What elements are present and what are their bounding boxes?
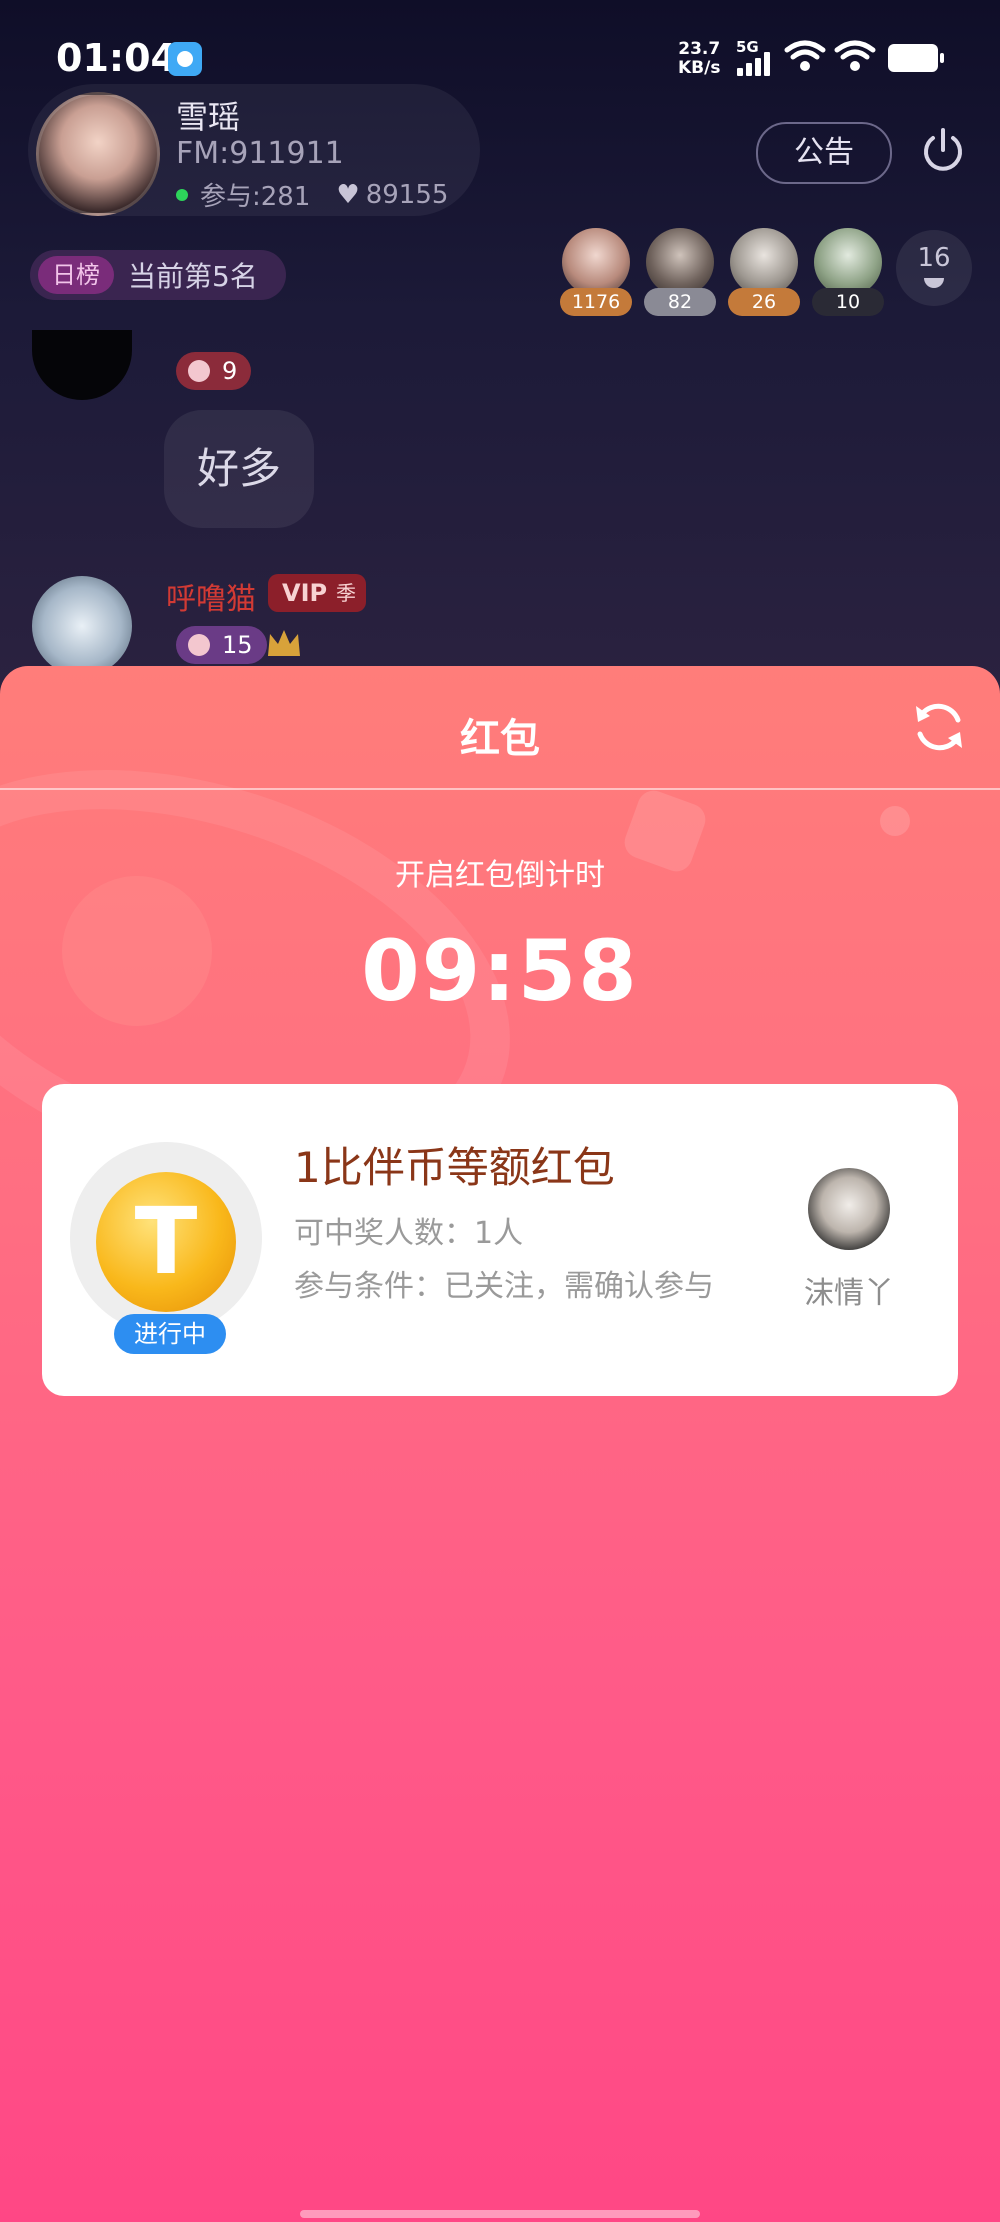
rank-tag: 日榜 <box>38 256 114 294</box>
host-avatar[interactable] <box>36 92 160 216</box>
power-icon[interactable] <box>918 126 968 176</box>
wifi-icon <box>784 40 826 71</box>
participants-count: 参与:281 <box>200 182 311 212</box>
chat-message-bubble: 好多 <box>164 410 314 528</box>
participation-condition: 参与条件：已关注，需确认参与 <box>294 1269 714 1304</box>
fan-item[interactable]: 1176 <box>560 228 632 318</box>
crown-icon <box>268 630 300 656</box>
fan-score: 10 <box>812 288 884 316</box>
host-name: 雪瑶 <box>176 98 241 136</box>
refresh-icon[interactable] <box>910 698 968 756</box>
status-badge: 进行中 <box>114 1314 226 1354</box>
countdown-label: 开启红包倒计时 <box>395 858 605 893</box>
red-envelope-card[interactable]: T 进行中 1比伴币等额红包 可中奖人数：1人 参与条件：已关注，需确认参与 沫… <box>42 1084 958 1396</box>
panel-decoration <box>880 806 910 836</box>
notice-button[interactable]: 公告 <box>756 122 892 184</box>
sender-name: 沫情丫 <box>804 1276 894 1311</box>
level-badge: 15 <box>176 626 267 664</box>
top-fans-list: 1176 82 26 10 <box>560 228 890 318</box>
battery-icon <box>888 44 944 72</box>
network-speed: 23.7 KB/s <box>678 39 721 78</box>
fan-item[interactable]: 10 <box>812 228 884 318</box>
countdown-timer: 09:58 <box>361 922 639 1020</box>
likes-count: 89155 <box>365 179 449 210</box>
chat-username[interactable]: 呼噜猫 <box>166 574 256 618</box>
host-stats: 参与:281 ♥ 89155 <box>176 176 448 213</box>
fan-avatar <box>814 228 882 296</box>
wifi-icon <box>834 40 876 71</box>
red-envelope-panel: 红包 开启红包倒计时 09:58 T 进行中 1比伴币等额红包 可中奖人数：1人… <box>0 666 1000 2222</box>
winners-count: 可中奖人数：1人 <box>294 1216 524 1251</box>
fan-score: 1176 <box>560 288 632 316</box>
heart-icon: ♥ <box>336 179 360 210</box>
signal-icon <box>737 52 775 76</box>
vip-badge: VIP 季 <box>268 574 366 612</box>
fan-avatar <box>646 228 714 296</box>
daily-rank-badge[interactable]: 日榜 当前第5名 <box>30 250 286 300</box>
online-count-button[interactable]: 16 <box>896 230 972 306</box>
home-indicator[interactable] <box>300 2210 700 2218</box>
fan-score: 82 <box>644 288 716 316</box>
online-dot-icon <box>176 188 188 201</box>
fan-avatar <box>730 228 798 296</box>
rank-text: 当前第5名 <box>128 260 258 293</box>
panel-title: 红包 <box>460 716 540 762</box>
fan-item[interactable]: 82 <box>644 228 716 318</box>
fan-item[interactable]: 26 <box>728 228 800 318</box>
sender-avatar[interactable] <box>808 1168 890 1250</box>
status-time: 01:04 <box>56 36 177 80</box>
coin-icon: T <box>96 1172 236 1312</box>
app-notification-icon <box>168 42 202 76</box>
coin-frame: T 进行中 <box>70 1142 262 1354</box>
chat-avatar[interactable] <box>32 576 132 676</box>
fan-avatar <box>562 228 630 296</box>
panel-divider <box>0 788 1000 790</box>
coin-symbol: T <box>134 1188 198 1295</box>
envelope-title: 1比伴币等额红包 <box>294 1143 615 1192</box>
fan-score: 26 <box>728 288 800 316</box>
level-badge: 9 <box>176 352 252 390</box>
host-fm-id: FM:911911 <box>176 136 344 171</box>
